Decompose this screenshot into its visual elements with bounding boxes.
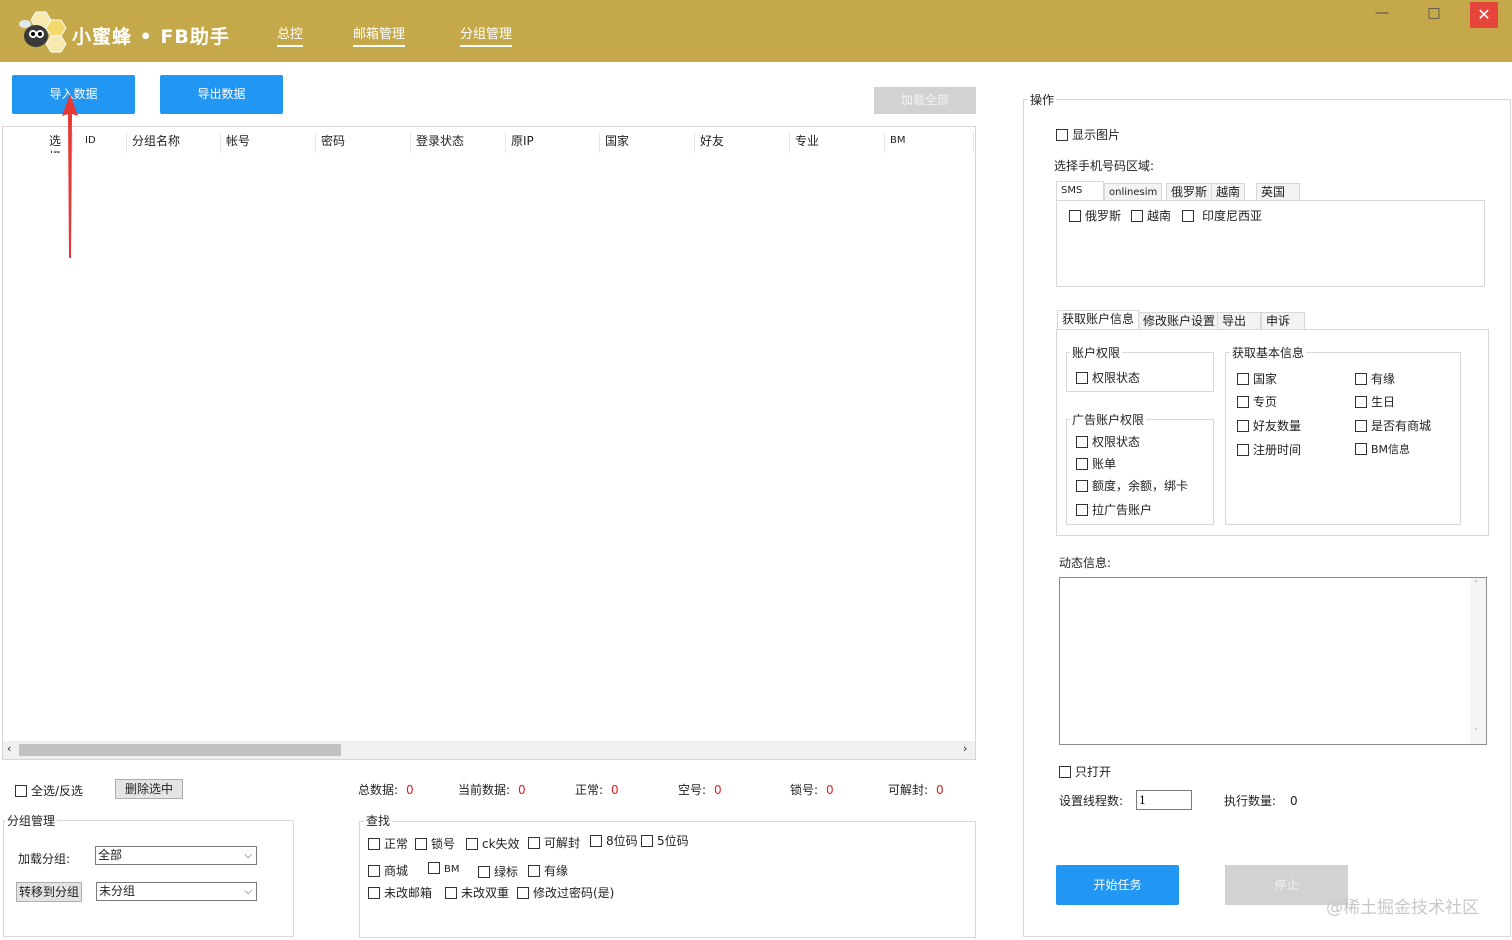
data-grid[interactable]: 选择 ID 分组名称 帐号 密码 登录状态 原IP 国家 好友 专业 BM ‹ …	[2, 126, 976, 760]
nav-tab-overview[interactable]: 总控	[277, 23, 304, 47]
info-register-time-checkbox[interactable]: 注册时间	[1237, 441, 1301, 458]
group-management-box	[3, 820, 294, 937]
load-all-button[interactable]: 加载全部	[874, 87, 976, 114]
ad-quota-checkbox[interactable]: 额度，余额，绑卡	[1076, 477, 1188, 494]
tab-vietnam[interactable]: 越南	[1211, 183, 1246, 201]
col-header-account[interactable]: 帐号	[222, 133, 316, 153]
filter-unchanged-email[interactable]: 未改邮箱	[368, 884, 432, 901]
tab-appeal[interactable]: 申诉	[1261, 312, 1305, 330]
bee-logo-icon	[19, 11, 67, 53]
horizontal-scrollbar[interactable]: ‹ ›	[3, 741, 975, 759]
filter-match[interactable]: 有缘	[528, 862, 568, 879]
filter-unchanged-2fa[interactable]: 未改双重	[445, 884, 509, 901]
stat-total: 总数据: 0	[358, 783, 414, 797]
maximize-icon[interactable]: □	[1424, 0, 1444, 28]
operations-title: 操作	[1028, 91, 1057, 108]
filter-password-changed[interactable]: 修改过密码(是)	[517, 884, 614, 901]
region-vietnam-checkbox[interactable]: 越南	[1131, 207, 1171, 224]
ad-bill-checkbox[interactable]: 账单	[1076, 455, 1116, 472]
exec-count: 执行数量: 0	[1224, 794, 1298, 808]
dynamic-info-label: 动态信息:	[1059, 556, 1112, 570]
filter-bm[interactable]: BM	[428, 862, 460, 875]
col-header-bm[interactable]: BM	[886, 133, 974, 153]
select-all-label: 全选/反选	[31, 784, 84, 798]
col-header-friends[interactable]: 好友	[696, 133, 790, 153]
nav-tab-mailbox[interactable]: 邮箱管理	[353, 23, 406, 47]
ad-pull-account-checkbox[interactable]: 拉广告账户	[1076, 501, 1152, 518]
tab-russia[interactable]: 俄罗斯	[1166, 183, 1213, 201]
only-open-checkbox[interactable]: 只打开	[1059, 763, 1111, 780]
col-header-id[interactable]: ID	[81, 133, 127, 153]
move-group-select[interactable]: 未分组 ⌵	[96, 882, 257, 901]
info-bm-checkbox[interactable]: BM信息	[1355, 441, 1410, 457]
scroll-left-icon[interactable]: ‹	[7, 742, 11, 755]
info-match-checkbox[interactable]: 有缘	[1355, 370, 1395, 387]
stat-normal: 正常: 0	[575, 783, 619, 797]
info-friend-count-checkbox[interactable]: 好友数量	[1237, 417, 1301, 434]
move-to-group-button[interactable]: 转移到分组	[16, 882, 82, 902]
info-country-checkbox[interactable]: 国家	[1237, 370, 1277, 387]
search-title: 查找	[364, 812, 393, 829]
annotation-arrow-icon	[62, 94, 78, 258]
select-all-checkbox[interactable]: 全选/反选	[15, 782, 83, 799]
info-page-checkbox[interactable]: 专页	[1237, 393, 1277, 410]
scroll-down-icon[interactable]: ˅	[1474, 728, 1479, 738]
tab-uk[interactable]: 英国	[1256, 183, 1300, 201]
nav-tab-group[interactable]: 分组管理	[460, 23, 513, 47]
tab-onlinesim[interactable]: onlinesim	[1104, 183, 1163, 201]
filter-normal[interactable]: 正常	[368, 835, 408, 852]
chevron-down-icon: ⌵	[244, 886, 252, 897]
tab-sms[interactable]: SMS	[1056, 181, 1104, 201]
scroll-up-icon[interactable]: ˄	[1474, 580, 1479, 590]
col-header-password[interactable]: 密码	[317, 133, 411, 153]
close-icon[interactable]: ✕	[1470, 2, 1498, 28]
load-group-label: 加载分组:	[18, 852, 71, 866]
filter-green-badge[interactable]: 绿标	[478, 863, 518, 880]
threads-label: 设置线程数:	[1059, 794, 1124, 808]
col-header-country[interactable]: 国家	[601, 133, 695, 153]
filter-locked[interactable]: 锁号	[415, 835, 455, 852]
stat-empty: 空号: 0	[678, 783, 722, 797]
chevron-down-icon: ⌵	[244, 850, 252, 861]
col-header-profession[interactable]: 专业	[791, 133, 885, 153]
export-data-button[interactable]: 导出数据	[160, 75, 283, 114]
filter-shop[interactable]: 商城	[368, 862, 408, 879]
ad-permission-title: 广告账户权限	[1070, 411, 1147, 428]
ad-perm-status-checkbox[interactable]: 权限状态	[1076, 433, 1140, 450]
account-permission-title: 账户权限	[1070, 344, 1123, 361]
scroll-right-icon[interactable]: ›	[963, 742, 967, 755]
app-title: 小蜜蜂 • FB助手	[72, 26, 230, 48]
filter-unlockable[interactable]: 可解封	[528, 834, 580, 851]
tab-get-account-info[interactable]: 获取账户信息	[1057, 310, 1140, 330]
phone-region-label: 选择手机号码区域:	[1054, 159, 1155, 173]
delete-selected-button[interactable]: 删除选中	[115, 779, 183, 799]
threads-input[interactable]	[1136, 790, 1192, 810]
dynamic-info-textarea[interactable]: ˄ ˅	[1059, 577, 1487, 745]
account-perm-status-checkbox[interactable]: 权限状态	[1076, 369, 1140, 386]
vertical-scrollbar[interactable]: ˄ ˅	[1470, 578, 1486, 744]
tab-export[interactable]: 导出	[1217, 312, 1261, 330]
filter-8-digit[interactable]: 8位码	[590, 832, 638, 849]
filter-5-digit[interactable]: 5位码	[641, 832, 689, 849]
region-russia-checkbox[interactable]: 俄罗斯	[1069, 207, 1121, 224]
col-header-login-status[interactable]: 登录状态	[412, 133, 506, 153]
watermark: @稀土掘金技术社区	[1326, 898, 1479, 918]
region-indonesia-checkbox[interactable]: 印度尼西亚	[1182, 207, 1262, 224]
stat-locked: 锁号: 0	[790, 783, 834, 797]
info-has-shop-checkbox[interactable]: 是否有商城	[1355, 417, 1431, 434]
filter-ck-invalid[interactable]: ck失效	[466, 835, 520, 852]
start-task-button[interactable]: 开始任务	[1056, 865, 1179, 905]
stat-unlockable: 可解封: 0	[888, 783, 944, 797]
load-group-select[interactable]: 全部 ⌵	[95, 846, 257, 865]
scrollbar-thumb[interactable]	[19, 744, 341, 756]
stat-current: 当前数据: 0	[458, 783, 526, 797]
tab-modify-settings[interactable]: 修改账户设置	[1138, 312, 1221, 330]
info-birthday-checkbox[interactable]: 生日	[1355, 393, 1395, 410]
group-management-title: 分组管理	[5, 812, 58, 829]
col-header-group-name[interactable]: 分组名称	[128, 133, 221, 153]
show-image-checkbox[interactable]: 显示图片	[1056, 126, 1120, 143]
basic-info-title: 获取基本信息	[1230, 344, 1307, 361]
col-header-origin-ip[interactable]: 原IP	[507, 133, 600, 153]
minimize-icon[interactable]: —	[1372, 0, 1392, 28]
